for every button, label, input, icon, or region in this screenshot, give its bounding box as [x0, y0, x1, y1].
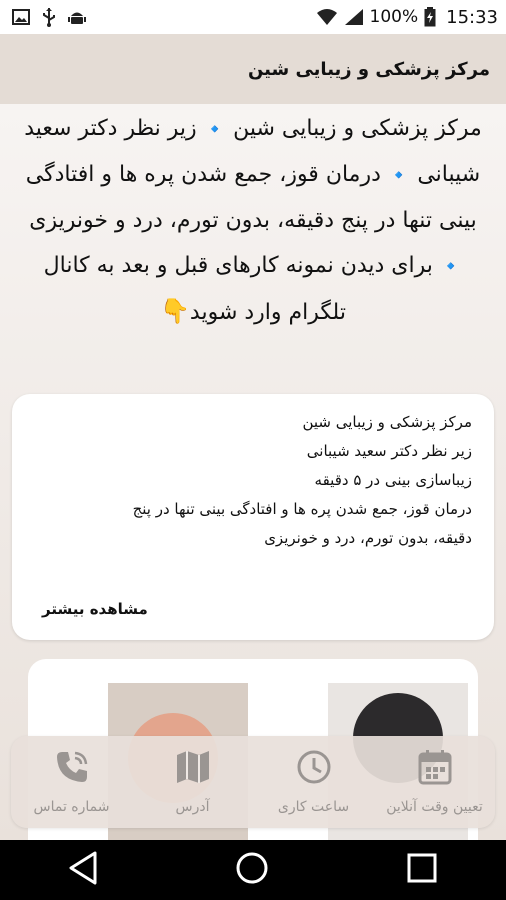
phone-icon — [54, 749, 90, 789]
nav-label: شماره تماس — [33, 799, 110, 815]
map-icon — [175, 749, 211, 789]
intro-part-3: درمان قوز، جمع شدن پره ها و افتادگی بینی… — [25, 162, 477, 233]
system-nav-bar — [0, 840, 506, 900]
nav-address[interactable]: آدرس — [132, 736, 253, 828]
card-line: زیر نظر دکتر سعید شیبانی — [306, 442, 472, 460]
status-left-icons — [12, 7, 86, 27]
status-bar: 100% 15:33 — [0, 0, 506, 34]
intro-text: مرکز پزشکی و زیبایی شین 🔹 زیر نظر دکتر س… — [0, 106, 506, 335]
app-bar: مرکز پزشکی و زیبایی شین — [0, 34, 506, 104]
card-line: دقیقه، بدون تورم، درد و خونریزی — [264, 529, 472, 547]
usb-icon — [42, 7, 56, 27]
nav-label: آدرس — [175, 799, 210, 815]
nav-label: ساعت کاری — [277, 799, 350, 815]
nav-phone-number[interactable]: شماره تماس — [11, 736, 132, 828]
main-content[interactable]: مرکز پزشکی و زیبایی شین 🔹 زیر نظر دکتر س… — [0, 104, 506, 840]
back-icon[interactable] — [68, 851, 98, 889]
recents-icon[interactable] — [406, 852, 438, 888]
bottom-nav: تعیین وقت آنلاین ساعت کاری آدرس شماره تم… — [11, 736, 495, 828]
calendar-icon — [418, 749, 452, 789]
diamond-icon: 🔹 — [439, 256, 463, 277]
battery-percent: 100% — [369, 7, 419, 27]
pointing-down-icon: 👇 — [160, 297, 190, 325]
nav-label: تعیین وقت آنلاین — [386, 799, 483, 815]
diamond-icon: 🔹 — [387, 165, 411, 186]
intro-part-1: مرکز پزشکی و زیبایی شین — [233, 116, 482, 141]
nav-online-appointment[interactable]: تعیین وقت آنلاین — [374, 736, 495, 828]
clock-icon — [296, 749, 332, 789]
intro-part-4: برای دیدن نمونه کارهای قبل و بعد به کانا… — [43, 253, 433, 325]
signal-icon — [344, 8, 364, 26]
wifi-icon — [316, 8, 338, 26]
diamond-icon: 🔹 — [203, 119, 227, 140]
image-icon — [12, 9, 30, 25]
home-icon[interactable] — [235, 851, 269, 889]
app-title: مرکز پزشکی و زیبایی شین — [247, 58, 490, 80]
nav-working-hours[interactable]: ساعت کاری — [253, 736, 374, 828]
card-line: زیباسازی بینی در ۵ دقیقه — [314, 471, 472, 489]
android-icon — [68, 8, 86, 26]
info-card[interactable]: مرکز پزشکی و زیبایی شین زیر نظر دکتر سعی… — [12, 394, 494, 640]
clock-time: 15:33 — [446, 6, 498, 28]
card-line: درمان قوز، جمع شدن پره ها و افتادگی بینی… — [132, 500, 472, 518]
status-right: 100% 15:33 — [316, 7, 498, 28]
battery-charging-icon — [424, 7, 436, 27]
card-line: مرکز پزشکی و زیبایی شین — [302, 413, 472, 431]
see-more-button[interactable]: مشاهده بیشتر — [42, 600, 148, 618]
